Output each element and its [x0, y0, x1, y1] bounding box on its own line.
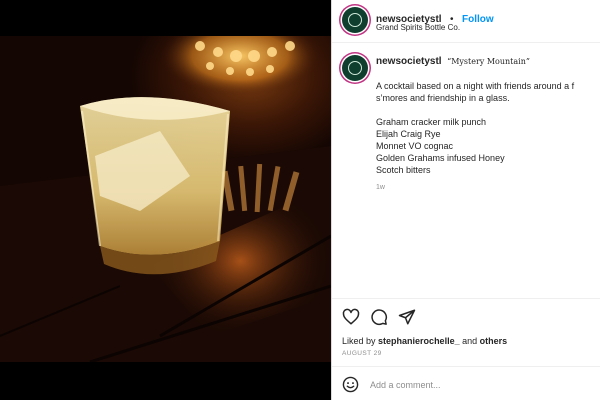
caption-body: A cocktail based on a night with friends…: [376, 80, 600, 176]
post-side-panel: newsocietystl • Follow Grand Spirits Bot…: [332, 0, 600, 400]
likes-line: Liked by stephanierochelle_ and others: [342, 336, 507, 346]
comment-input[interactable]: Add a comment...: [370, 380, 441, 390]
caption-avatar[interactable]: [342, 55, 368, 81]
caption-timestamp[interactable]: 1w: [376, 184, 385, 191]
caption-header: newsocietystl “Mystery Mountain”: [376, 56, 530, 67]
likes-prefix: Liked by: [342, 336, 376, 346]
caption-username[interactable]: newsocietystl: [376, 56, 442, 67]
comment-divider: [332, 366, 600, 367]
ingredient-item: Elijah Craig Rye: [376, 129, 441, 139]
follow-button[interactable]: Follow: [462, 14, 494, 25]
ingredient-item: Monnet VO cognac: [376, 141, 454, 151]
smiley-icon[interactable]: [342, 376, 359, 393]
caption-line-2: s’mores and friendship in a glass.: [376, 93, 510, 103]
paper-plane-icon[interactable]: [398, 308, 416, 326]
location-link[interactable]: Grand Spirits Bottle Co.: [376, 23, 460, 32]
post-date[interactable]: AUGUST 29: [342, 350, 382, 357]
cocktail-illustration: [0, 36, 331, 362]
cocktail-photo: [0, 36, 331, 362]
liked-by-user[interactable]: stephanierochelle_: [378, 336, 460, 346]
header-divider: [332, 42, 600, 43]
comment-bubble-icon[interactable]: [370, 308, 388, 326]
avatar[interactable]: [342, 7, 368, 33]
ingredient-list: Graham cracker milk punch Elijah Craig R…: [376, 116, 600, 176]
post-photo-pane: [0, 0, 331, 400]
likes-connector: and: [462, 336, 478, 346]
liked-by-others[interactable]: others: [480, 336, 508, 346]
comment-row: Add a comment...: [332, 368, 600, 400]
heart-icon[interactable]: [342, 308, 360, 326]
post-header: newsocietystl • Follow Grand Spirits Bot…: [332, 0, 600, 40]
ingredient-item: Scotch bitters: [376, 165, 431, 175]
action-bar: [342, 308, 416, 326]
caption-title: “Mystery Mountain”: [447, 57, 530, 66]
actions-divider: [332, 298, 600, 299]
caption-line-1: A cocktail based on a night with friends…: [376, 81, 575, 91]
ingredient-item: Graham cracker milk punch: [376, 117, 487, 127]
ingredient-item: Golden Grahams infused Honey: [376, 153, 505, 163]
